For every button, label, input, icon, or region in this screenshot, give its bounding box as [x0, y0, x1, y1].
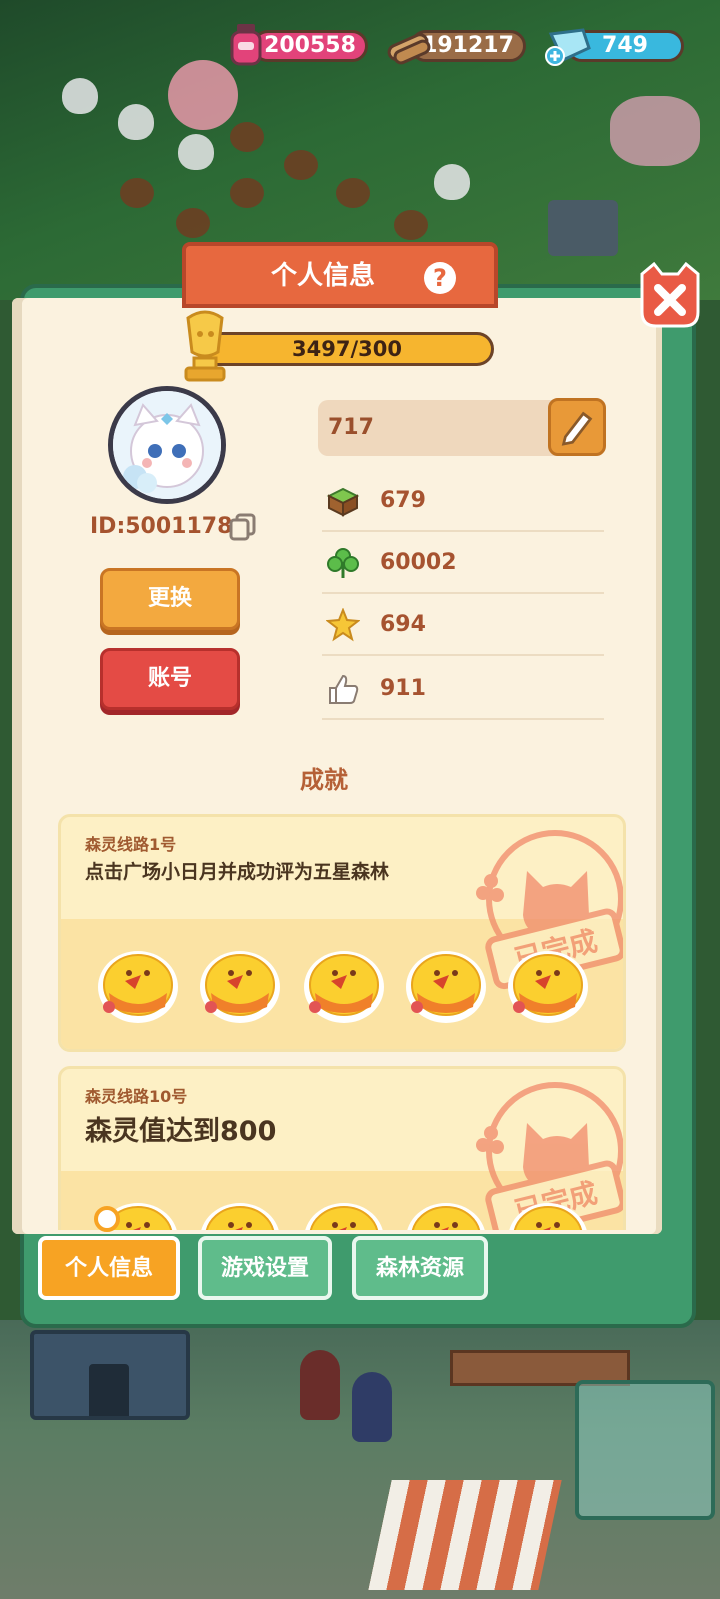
close-button[interactable]: [636, 262, 704, 330]
star-icon: [326, 608, 360, 642]
stat-likes-value: 911: [380, 676, 426, 701]
tab-game-settings[interactable]: 游戏设置: [198, 1236, 332, 1300]
panel-title: 个人信息: [270, 261, 375, 291]
achievement-card: 森灵线路10号 森灵值达到800 已完成: [58, 1066, 626, 1230]
clover-icon: [327, 548, 359, 578]
pencil-icon: [561, 411, 593, 446]
scene-house: [30, 1330, 190, 1420]
player-id: ID:5001178: [90, 514, 233, 539]
achievements-heading: 成就: [300, 766, 348, 794]
scene-decoration: [394, 210, 428, 240]
achievements-list[interactable]: 森灵线路1号 点击广场小日月并成功评为五星森林 已完成 森灵线路10号 森灵值达…: [52, 812, 632, 1230]
scene-cat: [62, 78, 98, 114]
ink-bottle-icon: [230, 24, 262, 66]
achievement-route: 森灵线路1号: [85, 835, 177, 854]
copy-icon[interactable]: [228, 512, 258, 542]
active-tab-pin: [94, 1206, 120, 1232]
panel-title-tab: 个人信息 ?: [182, 242, 498, 308]
achievement-desc: 森灵值达到800: [85, 1116, 277, 1147]
grass-block-icon: [326, 487, 360, 517]
ink-counter: 200558: [252, 30, 368, 62]
stat-likes: 911: [322, 658, 604, 720]
achievement-card: 森灵线路1号 点击广场小日月并成功评为五星森林 已完成: [58, 814, 626, 1052]
scene-tent: [368, 1480, 562, 1590]
scene-decoration: [230, 178, 264, 208]
scene-cat: [434, 164, 470, 200]
trophy-icon: [184, 310, 226, 382]
stat-grass-value: 679: [380, 488, 426, 513]
chick-reward-icon: [403, 1197, 489, 1230]
scene-decoration: [336, 178, 370, 208]
change-avatar-button[interactable]: 更换: [100, 568, 240, 630]
scene-decoration: [120, 178, 154, 208]
stat-clover: 60002: [322, 532, 604, 594]
stat-clover-value: 60002: [380, 550, 457, 575]
chick-reward-icon: [301, 945, 387, 1025]
scene-crate: [548, 200, 618, 256]
tab-profile[interactable]: 个人信息: [38, 1236, 180, 1300]
scene-greenhouse: [575, 1380, 715, 1520]
chick-reward-icon: [403, 945, 489, 1025]
gem-plus-icon[interactable]: [543, 26, 593, 66]
scene-character: [300, 1350, 340, 1420]
chick-reward-icon: [95, 945, 181, 1025]
level-progress-bar: 3497/300: [200, 332, 494, 366]
stat-star: 694: [322, 594, 604, 656]
thumbs-up-icon: [329, 674, 359, 704]
edit-name-button[interactable]: [548, 398, 606, 456]
chick-reward-icon: [505, 1197, 591, 1230]
scene-balloon-tower: [168, 60, 238, 130]
scene-decoration: [176, 208, 210, 238]
question-icon[interactable]: ?: [424, 262, 456, 294]
scene-character: [352, 1372, 392, 1442]
stat-star-value: 694: [380, 612, 426, 637]
scene-cat: [178, 134, 214, 170]
cat-avatar-icon: [113, 391, 221, 499]
scene-decoration: [230, 122, 264, 152]
chick-reward-icon: [301, 1197, 387, 1230]
wood-log-icon: [387, 33, 431, 65]
scene-flowers: [610, 96, 700, 166]
achievement-desc: 点击广场小日月并成功评为五星森林: [85, 861, 390, 883]
avatar[interactable]: [108, 386, 226, 504]
chick-reward-icon: [505, 945, 591, 1025]
achievement-route: 森灵线路10号: [85, 1087, 188, 1106]
stat-grass: 679: [322, 470, 604, 532]
tab-forest-resources[interactable]: 森林资源: [352, 1236, 488, 1300]
progress-text: 3497/300: [292, 337, 402, 361]
chick-reward-icon: [197, 945, 283, 1025]
chick-reward-icon: [197, 1197, 283, 1230]
scene-cat: [118, 104, 154, 140]
account-button[interactable]: 账号: [100, 648, 240, 710]
scene-decoration: [284, 150, 318, 180]
